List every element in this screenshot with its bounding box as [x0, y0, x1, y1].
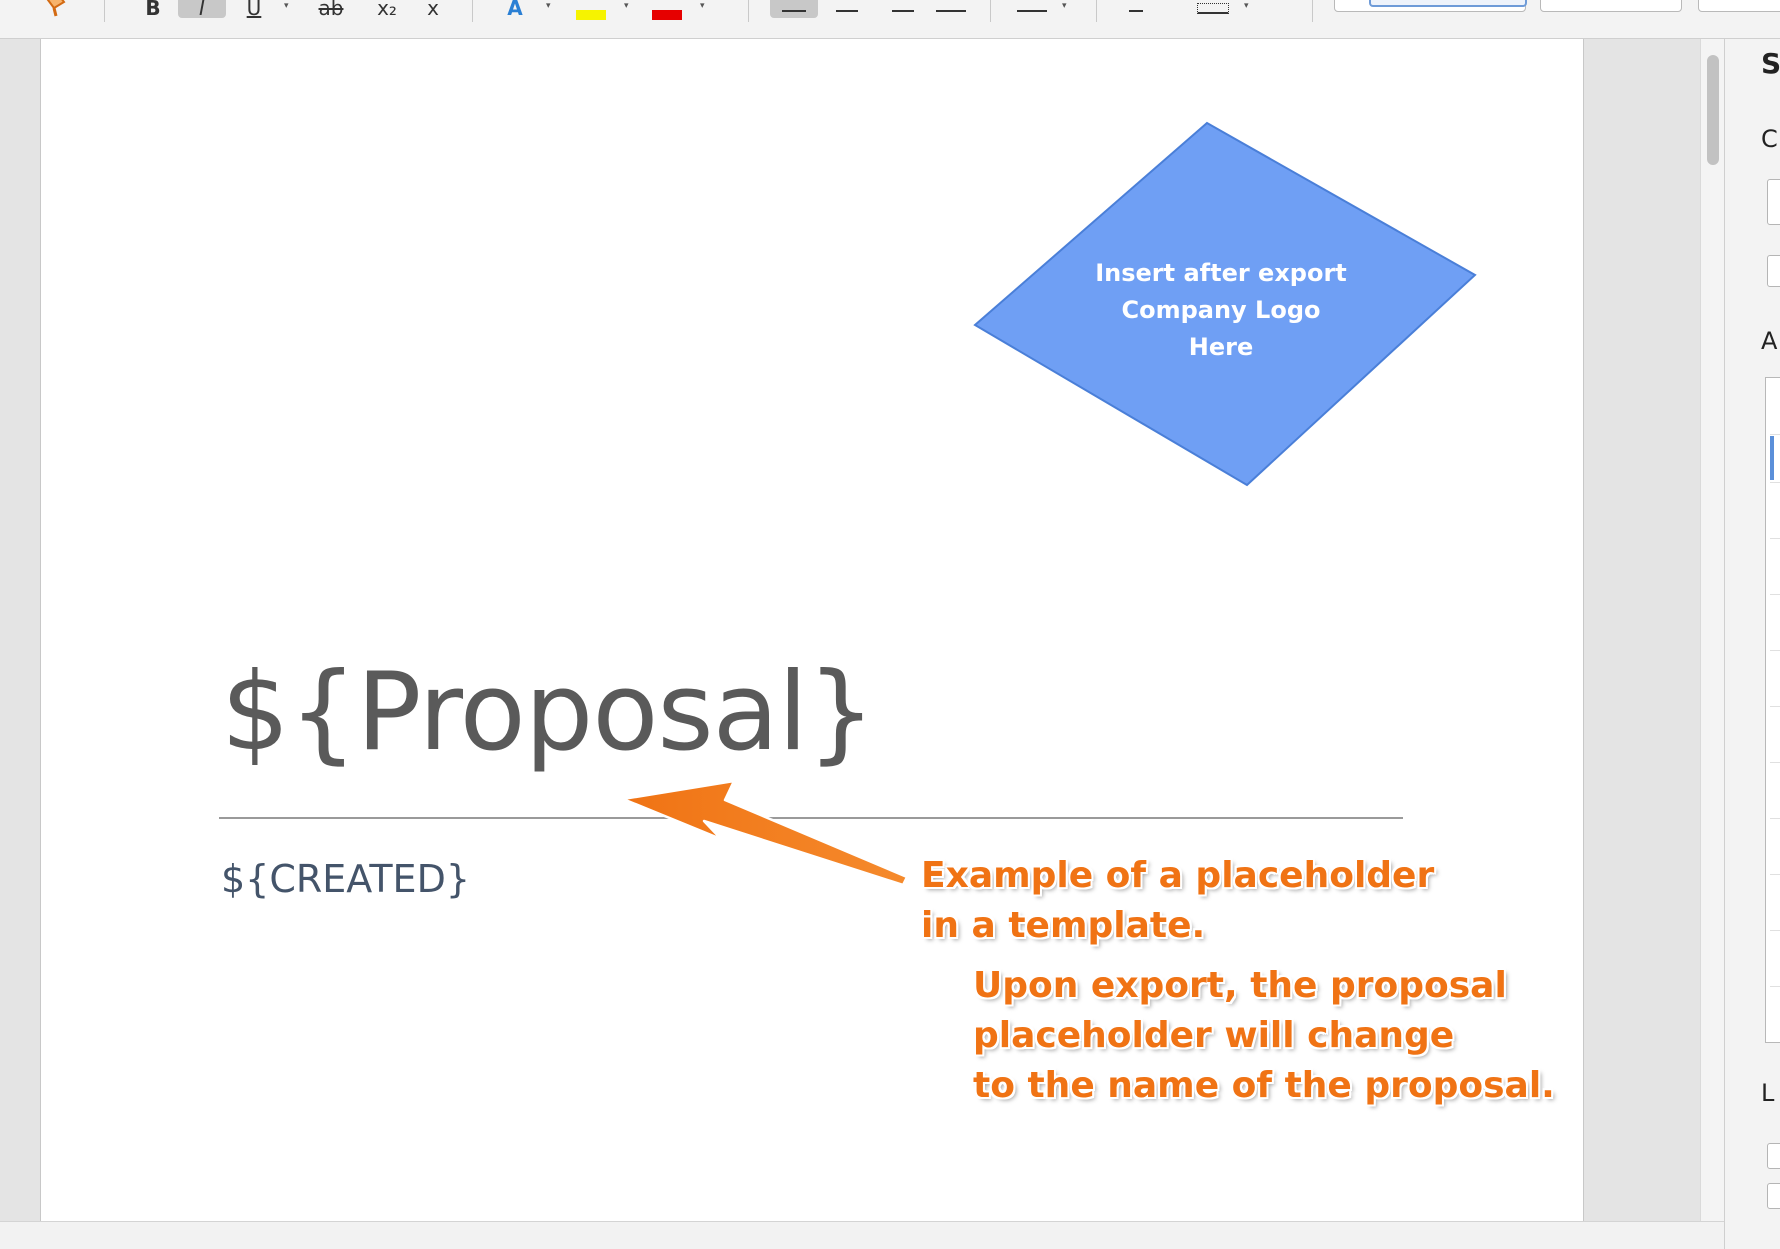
- formatting-toolbar: B I U ▾ ab x₂ x A ▾ ▾ ▾ ▾ ▾: [0, 0, 1780, 39]
- list-item[interactable]: [1770, 594, 1780, 595]
- toolbar-separator: [1096, 0, 1097, 22]
- italic-button[interactable]: I: [178, 0, 226, 18]
- highlight-color-swatch: [576, 10, 606, 20]
- text-effects-button[interactable]: A: [498, 0, 532, 18]
- list-item[interactable]: [1770, 986, 1780, 987]
- format-painter-icon[interactable]: [42, 0, 72, 18]
- list-item[interactable]: [1770, 874, 1780, 875]
- line-spacing-button[interactable]: [1012, 0, 1052, 18]
- align-center-icon: [836, 10, 858, 12]
- title-divider: [219, 817, 1403, 819]
- list-item[interactable]: [1770, 482, 1780, 483]
- style-gallery-item[interactable]: [1698, 0, 1780, 12]
- align-right-button[interactable]: [888, 0, 918, 18]
- style-gallery: [1334, 0, 1527, 12]
- subscript-button[interactable]: x₂: [372, 0, 402, 18]
- line-spacing-dropdown[interactable]: ▾: [1062, 0, 1067, 10]
- document-canvas: Insert after export Company Logo Here ${…: [0, 39, 1700, 1221]
- callout-2-line-3: to the name of the proposal.: [973, 1065, 1555, 1106]
- callout-2-line-2: placeholder will change: [973, 1015, 1455, 1056]
- highlight-dropdown[interactable]: ▾: [624, 0, 629, 10]
- strikethrough-button[interactable]: ab: [314, 0, 348, 18]
- text-effects-dropdown[interactable]: ▾: [546, 0, 551, 10]
- export-explanation-callout: Upon export, the proposal placeholder wi…: [973, 961, 1555, 1111]
- document-page[interactable]: Insert after export Company Logo Here ${…: [40, 39, 1584, 1221]
- list-item[interactable]: [1770, 706, 1780, 707]
- align-center-button[interactable]: [832, 0, 862, 18]
- align-right-icon: [892, 10, 914, 12]
- underline-button[interactable]: U: [240, 0, 268, 18]
- logo-text-line-1: Insert after export: [1095, 259, 1347, 287]
- underline-dropdown[interactable]: ▾: [284, 0, 289, 10]
- arrow-icon: [621, 779, 909, 887]
- styles-sidebar: S C A L: [1724, 39, 1780, 1249]
- logo-text-line-3: Here: [1188, 333, 1254, 361]
- superscript-button[interactable]: x: [418, 0, 448, 18]
- logo-placeholder-text: Insert after export Company Logo Here: [1051, 255, 1391, 366]
- shading-button[interactable]: [1124, 0, 1148, 18]
- list-item[interactable]: [1770, 650, 1780, 651]
- bold-button[interactable]: B: [138, 0, 168, 18]
- justify-button[interactable]: [934, 0, 968, 18]
- borders-icon: [1197, 3, 1229, 14]
- toolbar-separator: [748, 0, 749, 22]
- sidebar-button[interactable]: [1767, 255, 1780, 287]
- shading-icon: [1129, 10, 1143, 12]
- sidebar-checkbox[interactable]: [1767, 1143, 1780, 1169]
- toolbar-separator: [472, 0, 473, 22]
- font-color-button[interactable]: [650, 0, 684, 20]
- borders-button[interactable]: [1196, 0, 1230, 18]
- list-item[interactable]: [1770, 818, 1780, 819]
- borders-dropdown[interactable]: ▾: [1244, 0, 1249, 10]
- callout-1-line-1: Example of a placeholder: [921, 855, 1435, 896]
- styles-list[interactable]: [1765, 377, 1780, 1043]
- word-processor-window: B I U ▾ ab x₂ x A ▾ ▾ ▾ ▾ ▾ Insert after…: [0, 0, 1780, 1249]
- list-item[interactable]: [1770, 538, 1780, 539]
- sidebar-label: L: [1761, 1079, 1775, 1107]
- vertical-scrollbar[interactable]: [1700, 39, 1725, 1221]
- sidebar-dropdown[interactable]: [1767, 179, 1780, 225]
- callout-2-line-1: Upon export, the proposal: [973, 965, 1507, 1006]
- proposal-title-placeholder[interactable]: ${Proposal}: [221, 659, 876, 767]
- logo-text-line-2: Company Logo: [1121, 296, 1321, 324]
- list-item[interactable]: [1770, 762, 1780, 763]
- format-painter-glyph: [46, 0, 66, 17]
- font-color-dropdown[interactable]: ▾: [700, 0, 705, 10]
- list-item[interactable]: [1770, 434, 1780, 435]
- placeholder-callout: Example of a placeholder in a template.: [921, 851, 1434, 951]
- toolbar-separator: [990, 0, 991, 22]
- style-gallery-item[interactable]: [1369, 0, 1527, 7]
- sidebar-heading: S: [1761, 47, 1780, 80]
- callout-1-line-2: in a template.: [921, 905, 1206, 946]
- sidebar-checkbox[interactable]: [1767, 1183, 1780, 1209]
- justify-icon: [936, 10, 966, 12]
- created-date-placeholder[interactable]: ${CREATED}: [221, 857, 470, 901]
- align-left-icon: [782, 10, 806, 12]
- highlight-button[interactable]: [574, 0, 608, 20]
- toolbar-separator: [1312, 0, 1313, 22]
- status-bar: [0, 1221, 1724, 1249]
- list-item[interactable]: [1770, 930, 1780, 931]
- style-gallery-item[interactable]: [1540, 0, 1682, 12]
- font-color-swatch: [652, 10, 682, 20]
- align-left-button[interactable]: [770, 0, 818, 18]
- line-spacing-icon: [1017, 10, 1047, 12]
- scrollbar-thumb[interactable]: [1707, 55, 1719, 165]
- list-item-selected-marker: [1770, 436, 1774, 480]
- sidebar-label: C: [1761, 125, 1778, 153]
- sidebar-label: A: [1761, 327, 1778, 355]
- toolbar-separator: [104, 0, 105, 22]
